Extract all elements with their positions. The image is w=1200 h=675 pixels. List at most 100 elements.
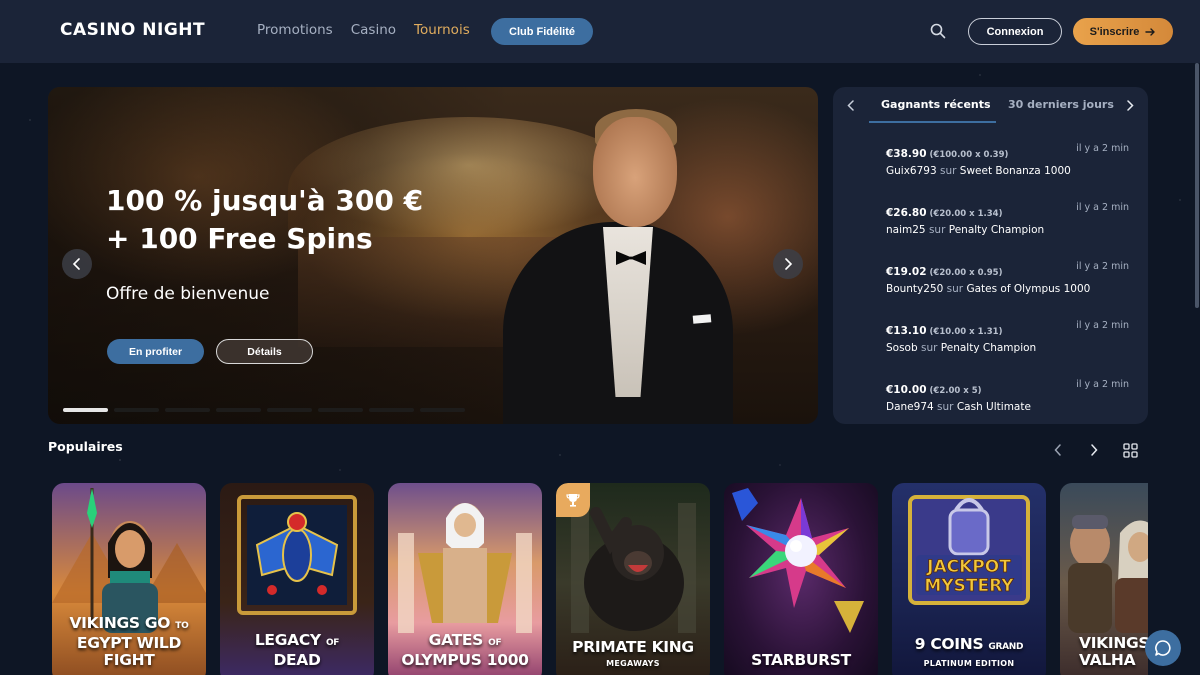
details-button[interactable]: Détails	[216, 339, 313, 364]
winner-game[interactable]: Cash Ultimate	[957, 401, 1031, 413]
win-calc: (€20.00 x 1.34)	[929, 209, 1003, 219]
hero-slide-dot[interactable]	[216, 408, 261, 412]
game-card-vikings-go-to-egypt[interactable]: VIKINGS GO TO EGYPT WILD FIGHT	[52, 483, 206, 675]
en-profiter-button[interactable]: En profiter	[107, 339, 204, 364]
game-title: GATES OF OLYMPUS 1000	[401, 631, 529, 669]
winner-game[interactable]: Gates of Olympus 1000	[966, 283, 1090, 295]
games-next-button[interactable]	[1085, 441, 1103, 459]
signup-label: S'inscrire	[1089, 25, 1140, 38]
winner-user: Bounty250	[886, 283, 944, 295]
game-card-gates-of-olympus[interactable]: GATES OF OLYMPUS 1000	[388, 483, 542, 675]
win-calc: (€2.00 x 5)	[929, 386, 982, 396]
winner-user: Dane974	[886, 401, 934, 413]
grid-icon	[1122, 442, 1138, 458]
winner-row[interactable]: €10.00 (€2.00 x 5) il y a 2 min Dane974 s…	[886, 378, 1136, 418]
chevron-right-icon	[1091, 444, 1098, 456]
nav-tournois[interactable]: Tournois	[414, 22, 470, 38]
game-title: 9 COINS GRAND PLATINUM EDITION	[914, 635, 1024, 669]
winners-next-button[interactable]	[1122, 97, 1138, 113]
hero-next-button[interactable]	[773, 249, 803, 279]
win-time: il y a 2 min	[1076, 202, 1129, 213]
hero-slide-dot[interactable]	[318, 408, 363, 412]
game-card-starburst[interactable]: STARBURST	[724, 483, 878, 675]
chevron-left-icon	[1054, 444, 1061, 456]
winner-game[interactable]: Penalty Champion	[941, 342, 1036, 354]
hero-slide-dot[interactable]	[63, 408, 108, 412]
search-button[interactable]	[928, 21, 948, 41]
winners-prev-button[interactable]	[843, 97, 859, 113]
section-title-populaires: Populaires	[48, 439, 123, 454]
game-title: PRIMATE KING MEGAWAYS	[572, 638, 694, 669]
win-amount: €13.10	[886, 325, 927, 337]
recent-winners-panel: Gagnants récents 30 derniers jours €38.9…	[833, 87, 1148, 424]
win-amount: €10.00	[886, 384, 927, 396]
hero-slide-dot[interactable]	[369, 408, 414, 412]
active-tab-indicator	[869, 121, 996, 123]
search-icon	[930, 23, 946, 39]
games-prev-button[interactable]	[1049, 441, 1067, 459]
club-fidelite-button[interactable]: Club Fidélité	[491, 18, 593, 45]
tab-gagnants-recents[interactable]: Gagnants récents	[881, 98, 991, 111]
trophy-icon	[566, 494, 580, 507]
game-title: VIKINGS GO TO EGYPT WILD FIGHT	[69, 614, 189, 669]
tournament-badge	[556, 483, 590, 517]
game-card-primate-king[interactable]: PRIMATE KING MEGAWAYS	[556, 483, 710, 675]
game-title: VIKINGS VALHA	[1079, 634, 1148, 669]
star-gem-icon	[732, 488, 864, 633]
win-time: il y a 2 min	[1076, 320, 1129, 331]
sur-text: sur	[928, 224, 946, 236]
grid-view-button[interactable]	[1121, 441, 1139, 459]
chevron-left-icon	[847, 99, 854, 111]
hero-subtitle: Offre de bienvenue	[106, 284, 270, 304]
zeus-icon	[398, 503, 532, 633]
game-card-9-coins[interactable]: JACKPOT MYSTERY 9 COINS GRAND PLATINUM ED…	[892, 483, 1046, 675]
winner-user: naim25	[886, 224, 926, 236]
vikings-icon	[1068, 515, 1148, 633]
chevron-right-icon	[1127, 99, 1134, 111]
arrow-right-icon	[1145, 27, 1156, 36]
page-scrollbar[interactable]	[1195, 63, 1199, 308]
win-time: il y a 2 min	[1076, 143, 1129, 154]
signup-button[interactable]: S'inscrire	[1073, 18, 1173, 45]
sur-text: sur	[946, 283, 964, 295]
jackpot-text: JACKPOT	[926, 557, 1011, 577]
sur-text: sur	[921, 342, 938, 354]
chevron-right-icon	[785, 258, 793, 270]
winner-game[interactable]: Sweet Bonanza 1000	[960, 165, 1071, 177]
jackpot-mystery-icon: JACKPOT MYSTERY	[908, 495, 1030, 605]
winner-user: Sosob	[886, 342, 918, 354]
winner-game[interactable]: Penalty Champion	[949, 224, 1044, 236]
hero-prev-button[interactable]	[62, 249, 92, 279]
winner-user: Guix6793	[886, 165, 937, 177]
win-amount: €26.80	[886, 207, 927, 219]
win-calc: (€10.00 x 1.31)	[929, 327, 1003, 337]
game-card-vikings-valhalla[interactable]: VIKINGS VALHA	[1060, 483, 1148, 675]
winner-row[interactable]: €26.80 (€20.00 x 1.34) il y a 2 min naim2…	[886, 201, 1136, 241]
chat-support-button[interactable]	[1145, 630, 1181, 666]
hero-slide-dot[interactable]	[267, 408, 312, 412]
pharaoh-warrior-icon	[52, 488, 206, 633]
win-calc: (€100.00 x 0.39)	[929, 150, 1009, 160]
game-card-legacy-of-dead[interactable]: LEGACY OF DEAD	[220, 483, 374, 675]
popular-games-row: VIKINGS GO TO EGYPT WILD FIGHT LEGACY OF DE…	[52, 483, 1148, 675]
nav-casino[interactable]: Casino	[351, 22, 396, 38]
nav-promotions[interactable]: Promotions	[257, 22, 333, 38]
tab-30-derniers-jours[interactable]: 30 derniers jours	[1008, 98, 1114, 111]
hero-slide-dot[interactable]	[165, 408, 210, 412]
site-logo[interactable]: CASINO NIGHT	[60, 20, 205, 40]
winner-row[interactable]: €38.90 (€100.00 x 0.39) il y a 2 min Guix…	[886, 142, 1136, 182]
winner-row[interactable]: €13.10 (€10.00 x 1.31) il y a 2 min Sosob…	[886, 319, 1136, 359]
winner-row[interactable]: €19.02 (€20.00 x 0.95) il y a 2 min Bount…	[886, 260, 1136, 300]
win-time: il y a 2 min	[1076, 261, 1129, 272]
hero-slide-dot[interactable]	[114, 408, 159, 412]
login-button[interactable]: Connexion	[968, 18, 1062, 45]
win-time: il y a 2 min	[1076, 379, 1129, 390]
game-title: LEGACY OF DEAD	[254, 631, 340, 669]
sur-text: sur	[940, 165, 957, 177]
top-header: CASINO NIGHT Promotions Casino Tournois …	[0, 0, 1200, 63]
mystery-text: MYSTERY	[924, 576, 1014, 596]
win-amount: €19.02	[886, 266, 927, 278]
chat-bubble-icon	[1155, 640, 1171, 656]
hero-slide-dot[interactable]	[420, 408, 465, 412]
hero-pagination	[63, 408, 465, 412]
